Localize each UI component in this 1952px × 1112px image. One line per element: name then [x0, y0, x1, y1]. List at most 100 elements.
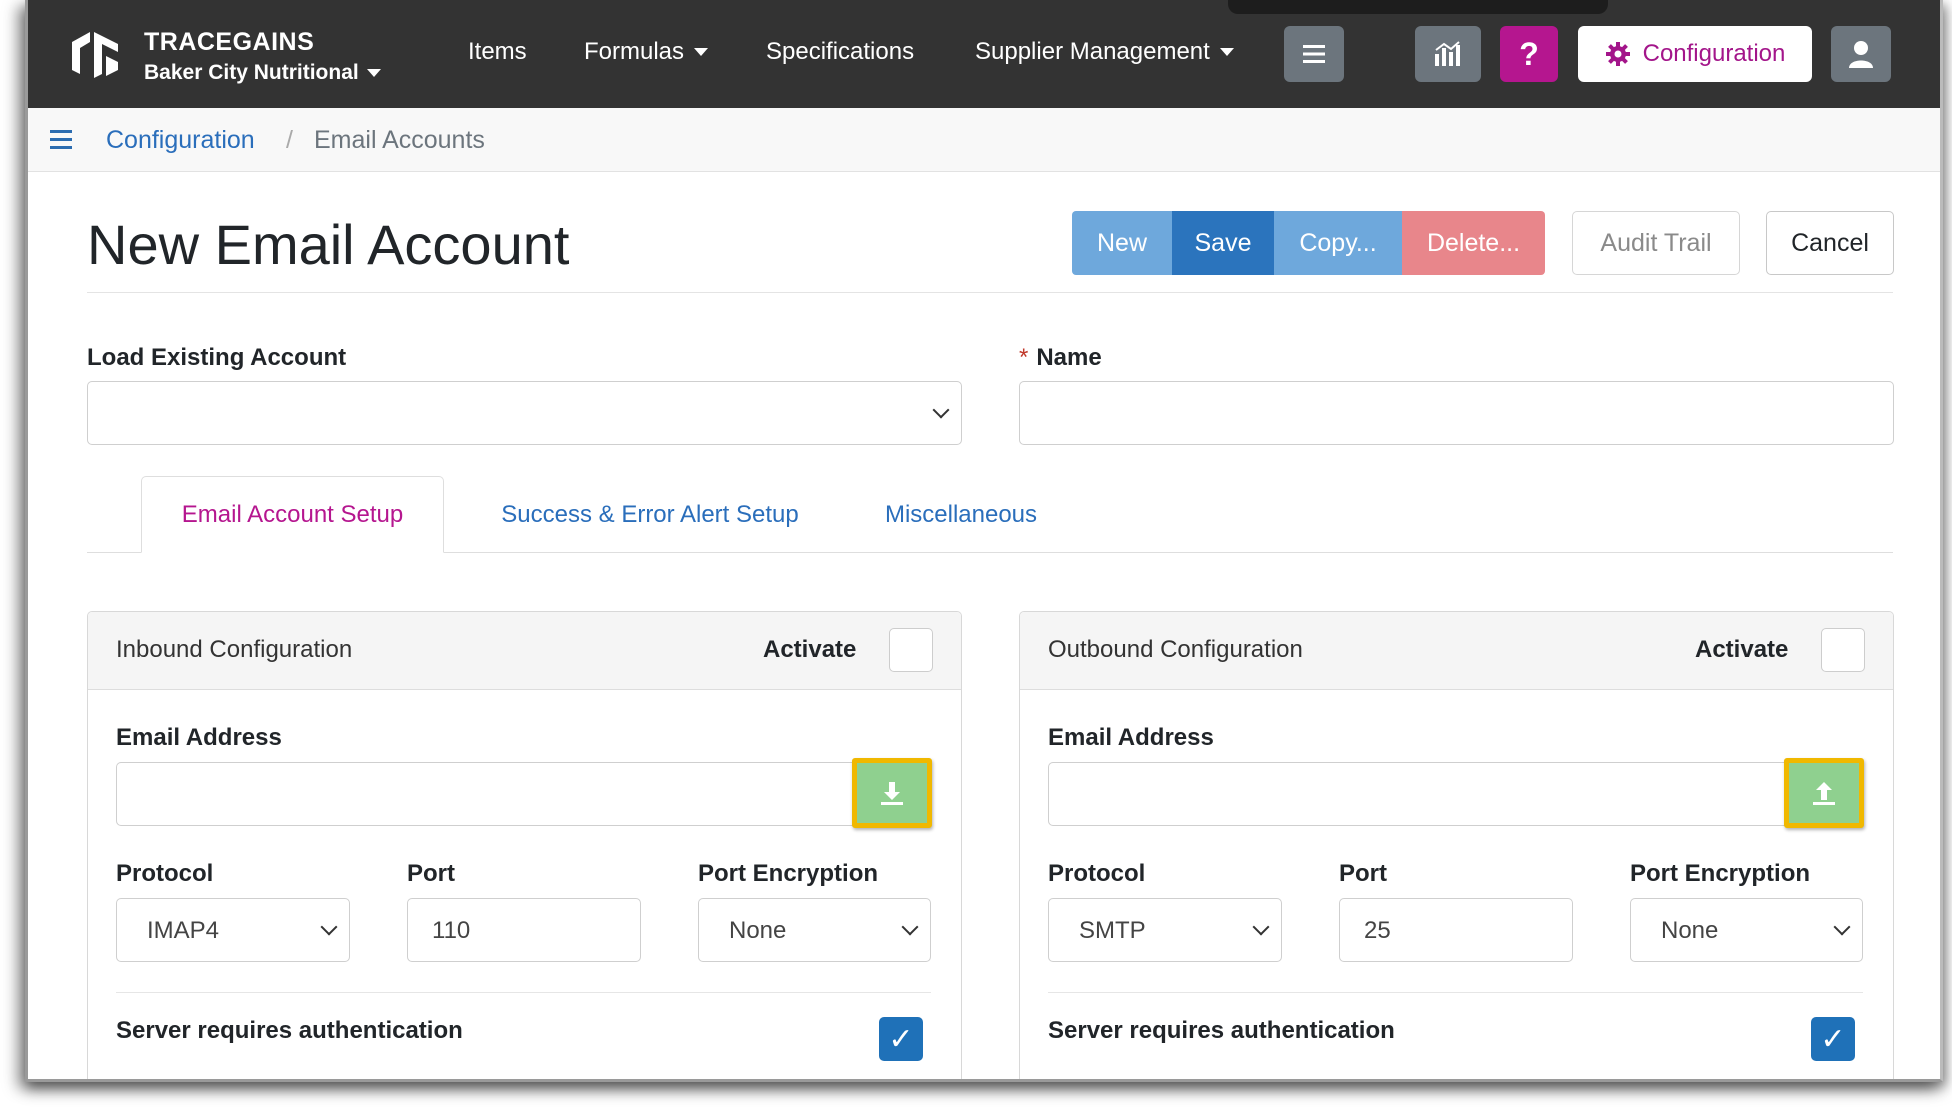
app-window: TRACEGAINS Baker City Nutritional Items … — [25, 0, 1943, 1082]
tracegains-logo-icon[interactable] — [68, 28, 122, 82]
nav-supplier-management[interactable]: Supplier Management — [975, 38, 1234, 66]
breadcrumb: Configuration / Email Accounts — [28, 108, 1940, 172]
outbound-auth-checkbox[interactable]: ✓ — [1811, 1017, 1855, 1061]
outbound-port-field[interactable]: 25 — [1339, 898, 1573, 962]
outbound-email-field[interactable] — [1048, 762, 1863, 826]
outbound-encryption-value: None — [1661, 917, 1719, 944]
brand-name: TRACEGAINS — [144, 28, 315, 56]
inbound-divider — [116, 992, 931, 993]
help-icon: ? — [1519, 35, 1539, 72]
outbound-panel-header: Outbound Configuration Activate — [1020, 612, 1893, 690]
inbound-auth-label: Server requires authentication — [116, 1017, 463, 1044]
outbound-upload-button[interactable] — [1784, 758, 1864, 828]
header-divider — [87, 292, 1893, 293]
cancel-button[interactable]: Cancel — [1766, 211, 1894, 275]
inbound-configuration-panel: Inbound Configuration Activate Email Add… — [87, 611, 962, 1079]
chevron-down-icon — [901, 918, 919, 936]
name-field[interactable] — [1019, 381, 1894, 445]
configuration-button[interactable]: Configuration — [1578, 26, 1812, 82]
inbound-encryption-value: None — [729, 917, 787, 944]
outbound-activate-checkbox[interactable] — [1821, 628, 1865, 672]
chevron-down-icon — [366, 69, 381, 77]
outbound-divider — [1048, 992, 1863, 993]
required-marker: * — [1019, 344, 1029, 371]
inbound-protocol-label: Protocol — [116, 860, 214, 887]
checkmark-icon: ✓ — [1820, 1022, 1846, 1056]
inbound-encryption-label: Port Encryption — [698, 860, 879, 887]
company-selector[interactable]: Baker City Nutritional — [144, 61, 381, 85]
breadcrumb-current: Email Accounts — [314, 126, 485, 154]
action-button-group: New Save Copy... Delete... — [1072, 211, 1545, 275]
chevron-down-icon — [932, 401, 950, 419]
chevron-down-icon — [1252, 918, 1270, 936]
nav-formulas[interactable]: Formulas — [584, 38, 709, 66]
inbound-activate-checkbox[interactable] — [889, 628, 933, 672]
delete-button[interactable]: Delete... — [1402, 211, 1545, 275]
outbound-auth-label: Server requires authentication — [1048, 1017, 1395, 1044]
nav-items-label: Items — [468, 38, 527, 65]
company-name: Baker City Nutritional — [144, 61, 359, 84]
analytics-button[interactable] — [1415, 26, 1481, 82]
nav-specifications[interactable]: Specifications — [766, 38, 914, 66]
tab-email-account-setup[interactable]: Email Account Setup — [141, 476, 444, 553]
name-label-text: Name — [1036, 344, 1102, 371]
outbound-encryption-label: Port Encryption — [1630, 860, 1811, 887]
nav-supplier-management-label: Supplier Management — [975, 38, 1210, 65]
chevron-down-icon — [320, 918, 338, 936]
inbound-protocol-select[interactable]: IMAP4 — [116, 898, 350, 962]
inbound-panel-header: Inbound Configuration Activate — [88, 612, 961, 690]
inbound-encryption-select[interactable]: None — [698, 898, 931, 962]
inbound-auth-checkbox[interactable]: ✓ — [879, 1017, 923, 1061]
outbound-protocol-select[interactable]: SMTP — [1048, 898, 1282, 962]
top-strip — [1228, 0, 1608, 14]
outbound-panel-title: Outbound Configuration — [1048, 636, 1303, 663]
nav-items[interactable]: Items — [468, 38, 527, 66]
gear-icon — [1605, 42, 1630, 66]
menu-button[interactable] — [1284, 26, 1344, 82]
new-button[interactable]: New — [1072, 211, 1172, 275]
inbound-protocol-value: IMAP4 — [147, 917, 220, 944]
configuration-label: Configuration — [1642, 40, 1786, 67]
tab-miscellaneous[interactable]: Miscellaneous — [866, 476, 1056, 553]
breadcrumb-configuration-link[interactable]: Configuration — [106, 126, 255, 155]
menu-icon — [1303, 45, 1325, 63]
nav-formulas-label: Formulas — [584, 38, 685, 65]
outbound-configuration-panel: Outbound Configuration Activate Email Ad… — [1019, 611, 1894, 1079]
outbound-activate-label: Activate — [1695, 636, 1789, 663]
breadcrumb-separator: / — [286, 126, 293, 154]
outbound-protocol-value: SMTP — [1079, 917, 1146, 944]
outbound-port-value: 25 — [1364, 917, 1391, 944]
outbound-encryption-select[interactable]: None — [1630, 898, 1863, 962]
load-existing-select[interactable] — [87, 381, 962, 445]
upload-icon — [1813, 782, 1835, 805]
inbound-download-button[interactable] — [852, 758, 932, 828]
user-icon — [1849, 41, 1873, 68]
user-menu-button[interactable] — [1831, 26, 1891, 82]
load-existing-label: Load Existing Account — [87, 344, 347, 371]
save-button[interactable]: Save — [1172, 211, 1274, 275]
inbound-port-value: 110 — [432, 917, 471, 944]
inbound-email-field[interactable] — [116, 762, 931, 826]
top-navbar: TRACEGAINS Baker City Nutritional Items … — [28, 0, 1940, 108]
inbound-email-label: Email Address — [116, 724, 282, 751]
checkmark-icon: ✓ — [888, 1022, 914, 1056]
bar-chart-icon — [1435, 41, 1460, 66]
audit-trail-button[interactable]: Audit Trail — [1572, 211, 1740, 275]
outbound-email-label: Email Address — [1048, 724, 1214, 751]
inbound-activate-label: Activate — [763, 636, 857, 663]
chevron-down-icon — [694, 48, 709, 56]
page-title: New Email Account — [87, 213, 570, 276]
help-button[interactable]: ? — [1500, 26, 1558, 82]
tab-success-error-alert-setup[interactable]: Success & Error Alert Setup — [478, 476, 822, 553]
chevron-down-icon — [1833, 918, 1851, 936]
name-label: * Name — [1019, 344, 1102, 372]
outbound-protocol-label: Protocol — [1048, 860, 1146, 887]
copy-button[interactable]: Copy... — [1274, 211, 1402, 275]
inbound-panel-title: Inbound Configuration — [116, 636, 353, 663]
nav-specifications-label: Specifications — [766, 38, 915, 65]
chevron-down-icon — [1219, 48, 1234, 56]
download-icon — [881, 782, 903, 805]
inbound-port-label: Port — [407, 860, 455, 887]
inbound-port-field[interactable]: 110 — [407, 898, 641, 962]
sidebar-toggle-icon[interactable] — [50, 130, 72, 150]
